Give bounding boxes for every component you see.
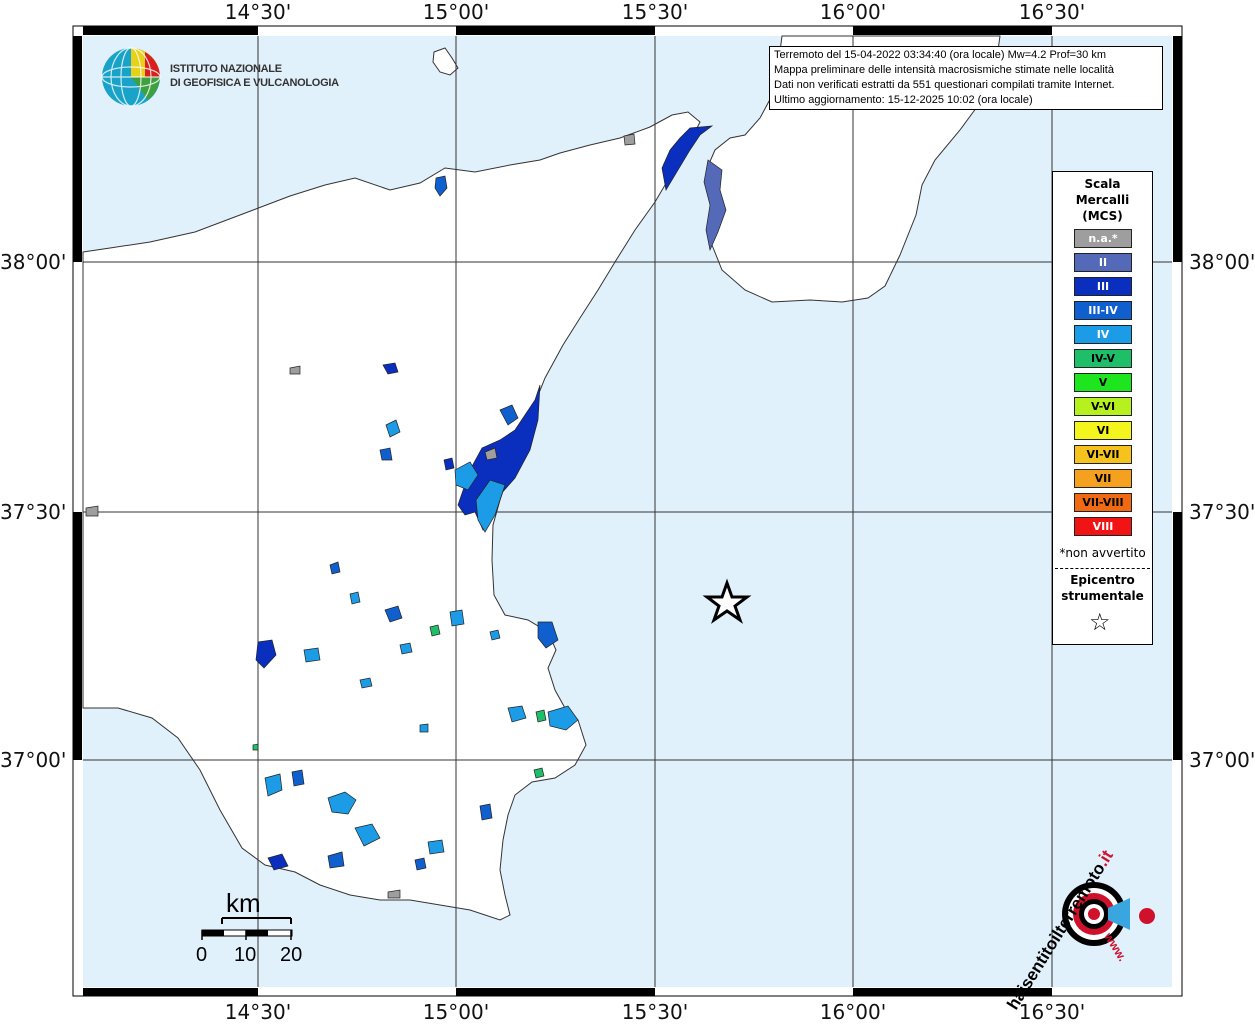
lon-label-bottom-5: 16°30'	[1018, 1000, 1086, 1024]
legend-title-line-2: Mercalli	[1075, 193, 1130, 207]
legend-item-5: IV-V	[1074, 349, 1132, 368]
legend-epicenter-line-1: Epicentro	[1070, 573, 1135, 587]
legend-item-9: VI-VII	[1074, 445, 1132, 464]
lon-label-top-2: 15°00'	[422, 0, 490, 24]
map-description-line: Mappa preliminare delle intensità macros…	[774, 64, 1114, 76]
lon-label-bottom-2: 15°00'	[422, 1000, 490, 1024]
legend-item-11: VII-VIII	[1074, 493, 1132, 512]
ingv-logo-icon	[101, 47, 161, 107]
legend-item-4: IV	[1074, 325, 1132, 344]
logo-line-1: ISTITUTO NAZIONALE	[170, 63, 282, 75]
lon-label-bottom-4: 16°00'	[819, 1000, 887, 1024]
last-update-line: Ultimo aggiornamento: 15-12-2025 10:02 (…	[774, 94, 1033, 106]
legend-item-7: V-VI	[1074, 397, 1132, 416]
scale-tick-10: 10	[234, 944, 257, 966]
event-info-box: Terremoto del 15-04-2022 03:34:40 (ora l…	[769, 46, 1163, 110]
lat-label-left-1: 38°00'	[0, 250, 67, 274]
legend-item-8: VI	[1074, 421, 1132, 440]
legend-item-12: VIII	[1074, 517, 1132, 536]
scale-tick-0: 0	[196, 944, 208, 966]
lat-label-left-2: 37°30'	[0, 500, 67, 524]
legend-item-10: VII	[1074, 469, 1132, 488]
lon-label-bottom-3: 15°30'	[621, 1000, 689, 1024]
scale-tick-20: 20	[280, 944, 303, 966]
legend-title-line-3: (MCS)	[1082, 209, 1123, 223]
lon-label-top-4: 16°00'	[819, 0, 887, 24]
legend-title: Scala Mercalli (MCS)	[1053, 176, 1152, 224]
legend-epicenter-line-2: strumentale	[1061, 589, 1144, 603]
legend-item-2: III	[1074, 277, 1132, 296]
legend-note: *non avvertito	[1059, 546, 1146, 560]
legend-title-line-1: Scala	[1084, 177, 1121, 191]
data-source-line: Dati non verificati estratti da 551 ques…	[774, 79, 1115, 91]
logo-line-2: DI GEOFISICA E VULCANOLOGIA	[170, 77, 339, 89]
lon-label-top-1: 14°30'	[224, 0, 292, 24]
legend-item-6: V	[1074, 373, 1132, 392]
lon-label-top-5: 16°30'	[1018, 0, 1086, 24]
lat-label-right-1: 38°00'	[1189, 250, 1255, 274]
event-line: Terremoto del 15-04-2022 03:34:40 (ora l…	[774, 49, 1107, 61]
lat-label-right-3: 37°00'	[1189, 748, 1255, 772]
legend-item-1: II	[1074, 253, 1132, 272]
legend-star-icon: ☆	[1089, 608, 1111, 636]
lat-label-left-3: 37°00'	[0, 748, 67, 772]
ingv-logo-text: ISTITUTO NAZIONALE DI GEOFISICA E VULCAN…	[170, 62, 339, 90]
scale-unit: km	[226, 888, 261, 918]
legend-item-3: III-IV	[1074, 301, 1132, 320]
legend-separator	[1055, 568, 1150, 569]
legend-item-0: n.a.*	[1074, 229, 1132, 248]
intensity-legend: Scala Mercalli (MCS) n.a.* II III III-IV IV I…	[1052, 171, 1153, 645]
lon-label-top-3: 15°30'	[621, 0, 689, 24]
lat-label-right-2: 37°30'	[1189, 500, 1255, 524]
lon-label-bottom-1: 14°30'	[224, 1000, 292, 1024]
legend-epicenter-label: Epicentro strumentale	[1053, 572, 1152, 604]
